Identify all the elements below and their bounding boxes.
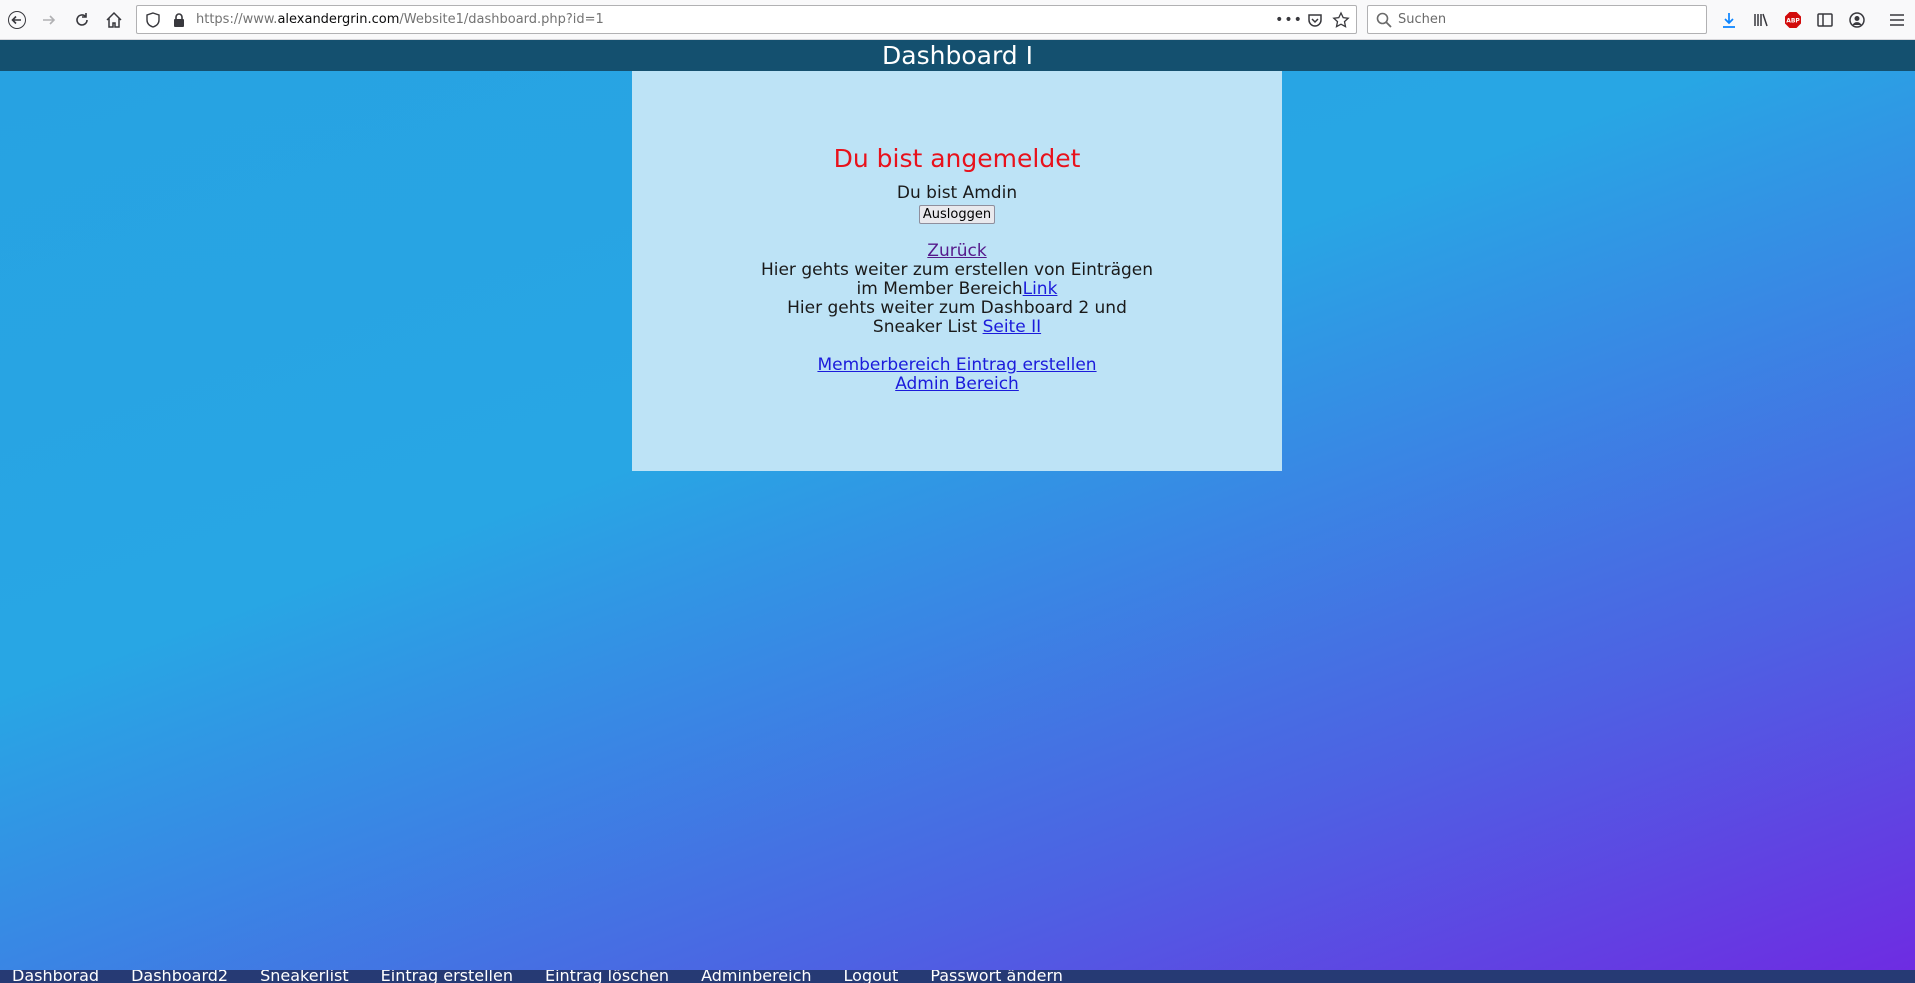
footer-nav-dashborad[interactable]: Dashborad	[12, 970, 99, 983]
login-status-heading: Du bist angemeldet	[833, 144, 1081, 173]
member-entry-link[interactable]: Memberbereich Eintrag erstellen	[817, 355, 1096, 375]
account-icon[interactable]	[1845, 8, 1869, 32]
role-text: Du bist Amdin	[896, 183, 1018, 203]
library-icon[interactable]	[1749, 8, 1773, 32]
search-bar[interactable]: Suchen	[1367, 5, 1707, 34]
browser-toolbar: https://www.alexandergrin.com/Website1/d…	[0, 0, 1915, 40]
member-area-paragraph: Hier gehts weiter zum erstellen von Eint…	[757, 261, 1157, 299]
back-arrow-icon[interactable]	[5, 8, 29, 32]
svg-text:ABP: ABP	[1786, 18, 1800, 25]
admin-area-link[interactable]: Admin Bereich	[895, 374, 1019, 394]
footer-nav-passwort-aendern[interactable]: Passwort ändern	[930, 970, 1063, 983]
download-icon[interactable]	[1717, 8, 1741, 32]
back-link[interactable]: Zurück	[927, 241, 986, 261]
member-area-text: Hier gehts weiter zum erstellen von Eint…	[760, 260, 1154, 299]
footer-nav: Dashborad Dashboard2 Sneakerlist Eintrag er…	[0, 970, 1915, 983]
sidebar-icon[interactable]	[1813, 8, 1837, 32]
lock-icon[interactable]	[167, 8, 191, 32]
reload-icon[interactable]	[70, 8, 94, 32]
forward-arrow-icon[interactable]	[37, 8, 61, 32]
url-bar[interactable]: https://www.alexandergrin.com/Website1/d…	[136, 5, 1357, 34]
search-icon	[1372, 8, 1396, 32]
footer-nav-eintrag-erstellen[interactable]: Eintrag erstellen	[381, 970, 513, 983]
menu-icon[interactable]	[1885, 8, 1909, 32]
page-content: Dashboard I Du bist angemeldet Du bist A…	[0, 40, 1915, 983]
logout-button[interactable]: Ausloggen	[918, 205, 996, 224]
dashboard2-paragraph: Hier gehts weiter zum Dashboard 2 und Sn…	[757, 299, 1157, 337]
dashboard2-text: Hier gehts weiter zum Dashboard 2 und Sn…	[787, 298, 1127, 337]
dashboard2-link[interactable]: Seite II	[983, 317, 1042, 337]
dashboard-card: Du bist angemeldet Du bist Amdin Auslogg…	[632, 71, 1282, 471]
pocket-icon[interactable]	[1303, 8, 1327, 32]
footer-nav-logout[interactable]: Logout	[844, 970, 899, 983]
home-icon[interactable]	[102, 8, 126, 32]
footer-nav-dashboard2[interactable]: Dashboard2	[131, 970, 228, 983]
url-text[interactable]: https://www.alexandergrin.com/Website1/d…	[196, 12, 604, 27]
shield-icon[interactable]	[141, 8, 165, 32]
more-dots-icon[interactable]: •••	[1275, 8, 1302, 32]
bookmark-star-icon[interactable]	[1329, 8, 1353, 32]
member-area-link[interactable]: Link	[1023, 279, 1058, 299]
footer-nav-adminbereich[interactable]: Adminbereich	[701, 970, 811, 983]
search-placeholder: Suchen	[1398, 12, 1447, 27]
page-title: Dashboard I	[0, 40, 1915, 71]
adblock-icon[interactable]: ABP	[1781, 8, 1805, 32]
footer-nav-eintrag-loeschen[interactable]: Eintrag löschen	[545, 970, 669, 983]
footer-nav-sneakerlist[interactable]: Sneakerlist	[260, 970, 349, 983]
